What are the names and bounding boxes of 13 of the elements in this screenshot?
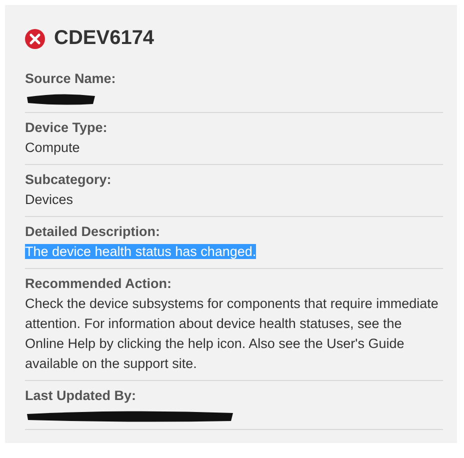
field-value: Devices: [25, 191, 74, 209]
field-label: Last Updated By:: [25, 387, 138, 405]
field-value: Check the device subsystems for components that require immediate attention. For information about device health statuses, see the Online Help by clicking the help icon. Also see the User's Guide available on the support site.: [25, 295, 440, 373]
redaction-mark: [25, 92, 97, 106]
field-label: Subcategory:: [25, 171, 112, 189]
selected-text: The device health status has changed.: [25, 244, 256, 259]
error-icon: [25, 28, 45, 48]
field-label: Detailed Description:: [25, 223, 162, 241]
field-label: Source Name:: [25, 70, 117, 88]
field-value: Compute: [25, 139, 81, 157]
field-label: Device Type:: [25, 119, 108, 137]
alert-title: CDEV6174: [54, 27, 154, 50]
field-label: Recommended Action:: [25, 275, 173, 293]
